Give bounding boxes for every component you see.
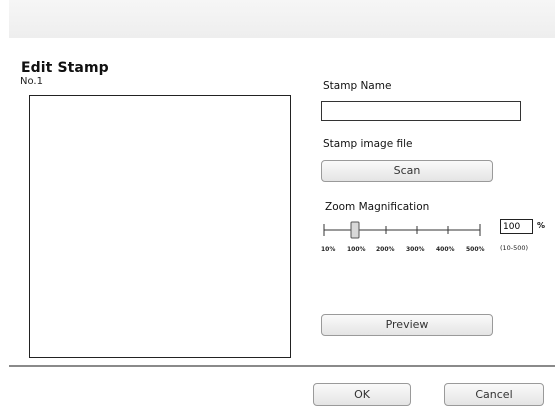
zoom-range-hint: (10-500)	[500, 244, 529, 252]
stamp-name-label: Stamp Name	[323, 80, 392, 92]
ok-button[interactable]: OK	[313, 383, 411, 406]
zoom-unit: %	[537, 221, 546, 230]
zoom-tick-label: 10%	[321, 246, 336, 253]
zoom-tick-label: 100%	[347, 246, 366, 253]
zoom-value-input[interactable]	[500, 219, 533, 234]
zoom-tick-label: 300%	[406, 246, 425, 253]
zoom-slider-thumb[interactable]	[350, 221, 360, 239]
zoom-magnification-label: Zoom Magnification	[325, 201, 430, 213]
cancel-button[interactable]: Cancel	[444, 383, 544, 406]
preview-button[interactable]: Preview	[321, 314, 493, 336]
stamp-name-input[interactable]	[321, 101, 521, 121]
zoom-tick-label: 200%	[376, 246, 395, 253]
window-edge	[0, 0, 9, 418]
dialog-title: Edit Stamp	[21, 60, 109, 76]
scan-button[interactable]: Scan	[321, 160, 493, 182]
stamp-number: No.1	[20, 76, 43, 87]
stamp-preview-area	[29, 95, 291, 358]
stamp-image-file-label: Stamp image file	[323, 138, 413, 150]
dialog-title-bar	[9, 0, 555, 39]
zoom-tick-label: 500%	[466, 246, 485, 253]
zoom-tick-label: 400%	[436, 246, 455, 253]
zoom-slider[interactable]	[320, 220, 485, 240]
